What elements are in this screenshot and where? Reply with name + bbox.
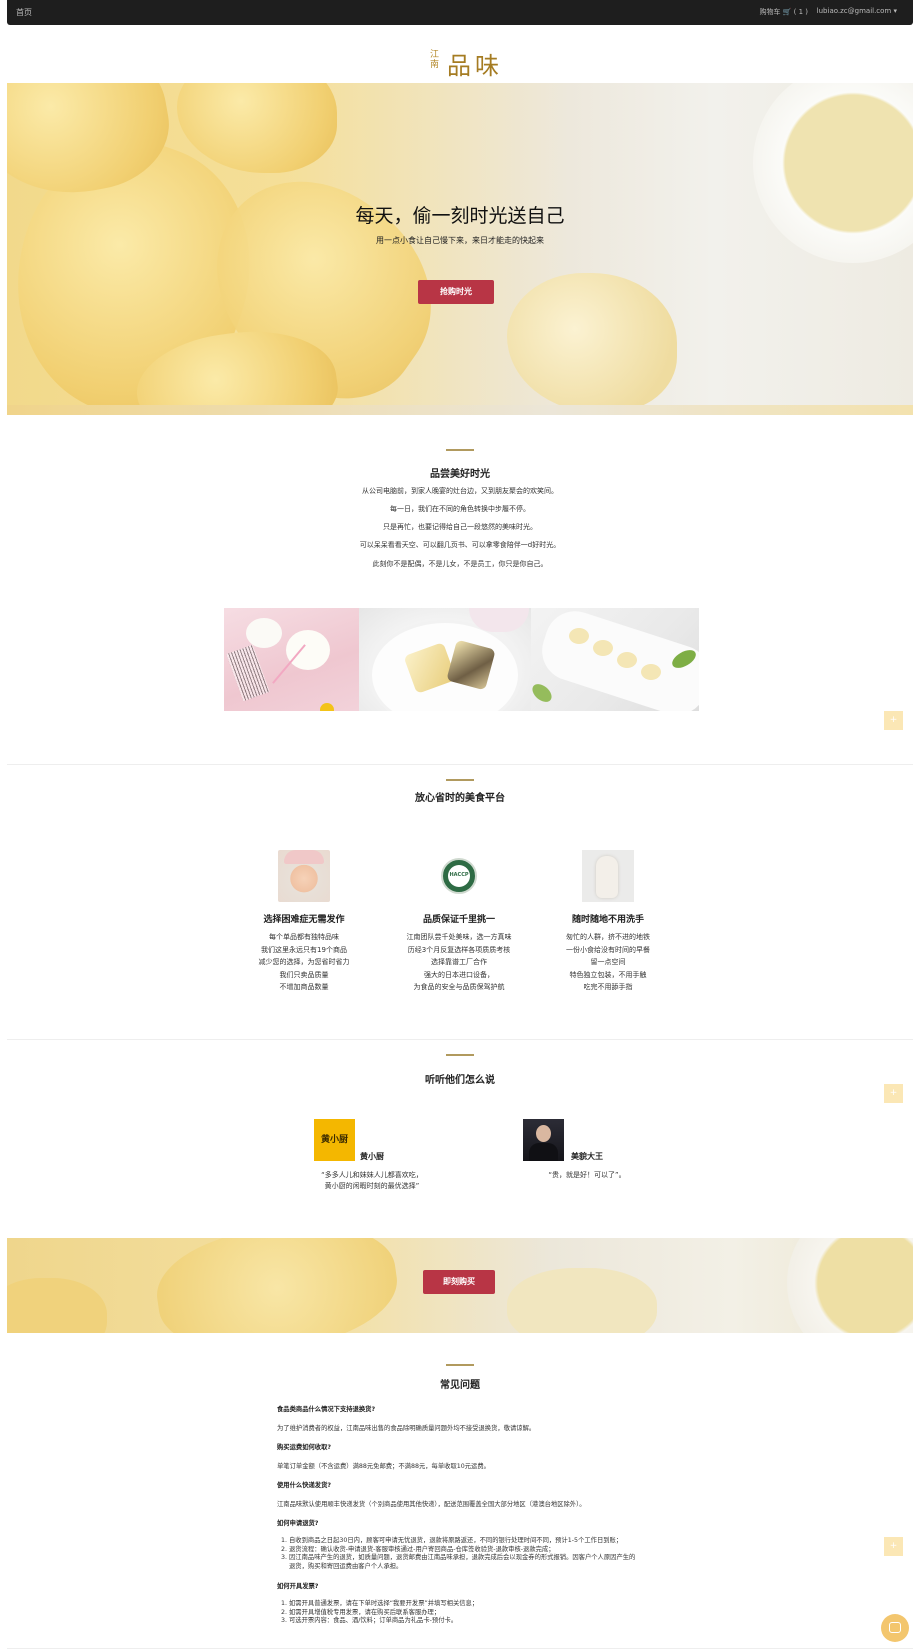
logo-small-text: 江南 [430,50,440,70]
feature-card: 随时随地不用洗手 匆忙的人群，挤不进的地铁 一份小食给没有时间的早餐 留一点空间… [523,850,693,994]
faq-question: 如何申请退货? [277,1520,319,1527]
feature-title: 品质保证千里挑一 [422,915,495,925]
apple-chip-image [507,273,677,413]
apple-chip-image [177,83,337,173]
float-action-button[interactable]: + [884,711,903,730]
feature-line: 留一点空间 [590,958,626,967]
hero-bottom-stripe [7,405,913,415]
faq-question: 食品类商品什么情况下支持退换货? [277,1406,376,1413]
feature-line: 我们只卖品质量 [279,970,329,979]
chat-widget-button[interactable] [881,1614,909,1642]
hero-title: 每天，偷一刻时光送自己 [355,205,565,227]
faq-question: 如何开具发票? [277,1583,319,1590]
feature-line: 每个单品都有独特品味 [269,933,339,941]
nav-home-link[interactable]: 首页 [16,7,32,18]
feature-line: 江南团队尝千处美味，选一方真味 [406,933,512,941]
about-line: 此刻你不是配偶，不是儿女，不是员工，你只是你自己。 [372,560,548,568]
feature-line: 特色独立包装，不用手触 [569,970,647,979]
about-title: 品尝美好时光 [430,469,490,480]
avatar [523,1119,564,1161]
faq-question: 购买运费如何收取? [277,1444,332,1451]
haccp-text: HACCP [449,872,469,878]
testimonials-title: 听听他们怎么说 [425,1075,495,1086]
testimonial-name: 美貌大王 [571,1152,603,1161]
list-item: 因江南品味产生的退货，如质量问题，退货邮费由江南品味承担，退款完成后会以现金券的… [289,1554,637,1571]
nav-cart-link[interactable]: 购物车 🛒 ( 1 ) [759,7,808,17]
faq-answer: 江南品味默认使用顺丰快递发货（个别商品使用其他快递），配送范围覆盖全国大部分地区… [277,1501,586,1508]
faq-title: 常见问题 [440,1380,480,1391]
feature-title: 随时随地不用洗手 [571,915,644,925]
about-line: 可以呆呆看看天空、可以翻几页书、可以拿零食陪伴一d好时光。 [359,541,561,549]
buy-now-button[interactable]: 即刻购买 [423,1270,495,1294]
feature-line: 不增加商品数量 [279,983,329,992]
top-navbar: 首页 购物车 🛒 ( 1 ) lubiao.zc@gmail.com ▾ [7,0,913,25]
testimonial-name: 黄小厨 [360,1152,384,1161]
faq-answer: 单笔订单金额（不含运费）满88元免邮费；不满88元，每单收取10元运费。 [277,1463,490,1470]
feature-title: 选择困难症无需发作 [263,915,345,925]
float-action-button[interactable]: + [884,1537,903,1556]
list-item: 自收到商品之日起30日内，顾客可申请无忧退货，退款将原路返还，不同的银行处理时间… [289,1537,637,1546]
list-item: 如需开具普通发票，请在下单时选择“我要开发票”并填写相关信息； [289,1600,637,1609]
faq-answer-list: 自收到商品之日起30日内，顾客可申请无忧退货，退款将原路返还，不同的银行处理时间… [289,1537,637,1571]
child-eating-image [278,850,330,902]
feature-line: 减少您的选择，为您省时省力 [258,958,350,967]
about-line: 只是再忙，也要记得给自己一段悠然的美味时光。 [383,523,537,531]
faq-answer: 为了维护消费者的权益，江南品味出售的食品除明确质量问题外均不接受退换货，敬请谅解… [277,1425,536,1432]
buy-banner: 即刻购买 [7,1238,913,1333]
float-action-button[interactable]: + [884,1084,903,1103]
logo-big-text: 品味 [447,52,503,80]
list-item: 退货流程：确认收货-申请退货-客服审核通过-用户寄回商品-仓库签收验货-退款审核… [289,1546,637,1555]
feature-card: HACCP 品质保证千里挑一 江南团队尝千处美味，选一方真味 历经3个月反复选样… [374,850,544,994]
section-rule [446,1364,474,1366]
feature-line: 选择靠谱工厂合作 [431,958,487,967]
section-divider [7,1039,913,1040]
feature-line: 为食品的安全与品质保驾护航 [413,983,505,992]
platform-title: 放心省时的美食平台 [415,793,505,804]
testimonial-quote: “多多人儿和妹妹人儿都喜欢吃，黄小厨的闲暇时刻的最优选择” [321,1171,423,1190]
hero-buy-button[interactable]: 抢购时光 [418,280,494,304]
feature-line: 一份小食给没有时间的早餐 [566,945,650,954]
feature-line: 匆忙的人群，挤不进的地铁 [566,933,650,941]
testimonial-quote: “贵，就是好！可以了”。 [548,1171,626,1179]
about-line: 从公司电脑前，到家人晚宴的灶台边，又到朋友聚会的欢笑间。 [362,487,558,495]
feature-line: 强大的日本进口设备， [424,970,494,979]
list-item: 如需开具增值税专用发票，请在购买后联系客服办理； [289,1609,637,1618]
nav-user-dropdown[interactable]: lubiao.zc@gmail.com ▾ [817,7,897,15]
faq-content: 食品类商品什么情况下支持退换货? 为了维护消费者的权益，江南品味出售的食品除明确… [277,1404,637,1636]
haccp-badge-icon: HACCP [433,850,485,902]
cotton-candy-photo [224,608,359,711]
list-item: 可选开票内容：食品、酒/饮料；订单商品为礼品卡-预付卡。 [289,1617,637,1626]
feature-line: 我们这里永远只有19个商品 [261,945,347,954]
logo-text: 黄小厨 [320,1135,348,1145]
faq-answer-list: 如需开具普通发票，请在下单时选择“我要开发票”并填写相关信息； 如需开具增值税专… [289,1600,637,1626]
section-rule [446,1054,474,1056]
mochi-plate-photo [531,608,699,711]
feature-line: 吃完不用舔手指 [583,983,633,992]
section-divider [7,1648,913,1649]
hero-banner: 每天，偷一刻时光送自己 用一点小食让自己慢下来，来日才能走的快起来 抢购时光 [7,83,913,415]
hand-image [582,850,634,902]
feature-line: 历经3个月反复选样各项质质考核 [407,945,511,954]
feature-card: 选择困难症无需发作 每个单品都有独特品味 我们这里永远只有19个商品 减少您的选… [219,850,389,994]
section-rule [446,779,474,781]
section-rule [446,449,474,451]
hero-subtitle: 用一点小食让自己慢下来，来日才能走的快起来 [376,236,544,245]
jelly-plate-photo [359,608,531,711]
faq-question: 使用什么快递发货? [277,1482,332,1489]
huangxiaochu-logo: 黄小厨 [314,1119,355,1161]
section-divider [7,764,913,765]
chat-bubble-icon [889,1622,901,1633]
about-line: 每一日，我们在不同的角色转换中步履不停。 [390,505,530,513]
